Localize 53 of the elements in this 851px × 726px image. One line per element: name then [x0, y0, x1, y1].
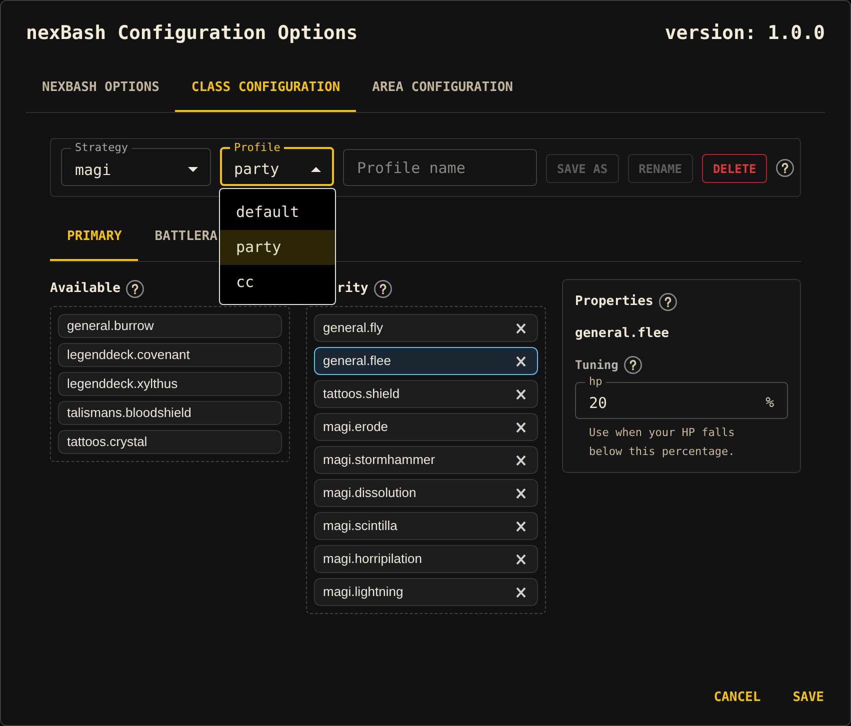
list-item[interactable]: tattoos.shield — [314, 380, 538, 408]
close-icon[interactable] — [516, 488, 526, 498]
help-icon[interactable] — [126, 280, 144, 298]
list-item[interactable]: general.flee — [314, 347, 538, 375]
hp-field[interactable]: hp 20 % — [575, 376, 788, 419]
list-item[interactable]: magi.erode — [314, 413, 538, 441]
tab[interactable]: NEXBASH OPTIONS — [26, 66, 176, 112]
caret-up-icon — [311, 166, 321, 172]
close-icon[interactable] — [516, 356, 526, 366]
help-icon[interactable] — [624, 356, 642, 374]
help-icon[interactable] — [659, 293, 678, 311]
profile-name-field[interactable]: Profile name — [343, 149, 537, 186]
footer-button[interactable]: SAVE — [784, 680, 832, 716]
close-icon[interactable] — [516, 422, 526, 432]
panel-title: Properties — [575, 293, 654, 311]
list-item[interactable]: tattoos.crystal — [58, 430, 282, 454]
menu-item[interactable]: party — [220, 230, 335, 265]
column-heading: rity — [337, 280, 368, 298]
tab[interactable]: AREA CONFIGURATION — [356, 66, 530, 112]
close-icon[interactable] — [516, 554, 526, 564]
footer-button[interactable]: CANCEL — [706, 680, 769, 716]
profile-select[interactable]: Profile party — [220, 142, 334, 186]
help-icon[interactable] — [374, 280, 392, 298]
tab[interactable]: PRIMARY — [50, 215, 138, 261]
caret-down-icon — [188, 167, 198, 172]
list-item[interactable]: magi.horripilation — [314, 545, 538, 573]
list-item[interactable]: magi.stormhammer — [314, 446, 538, 474]
version-label: version: 1.0.0 — [664, 21, 825, 45]
list-item[interactable]: general.fly — [314, 314, 538, 342]
helper-text: Use when your HP falls below this percentage. — [589, 425, 736, 460]
help-icon[interactable] — [776, 159, 794, 177]
close-icon[interactable] — [516, 388, 526, 400]
list-item[interactable]: general.burrow — [58, 314, 282, 338]
list-item[interactable]: talismans.bloodshield — [58, 401, 282, 425]
strategy-select[interactable]: Strategy magi — [61, 142, 211, 186]
close-icon[interactable] — [516, 586, 526, 598]
list-item[interactable]: magi.dissolution — [314, 479, 538, 507]
delete-button[interactable]: DELETE — [702, 154, 768, 183]
tab[interactable]: BATTLERA — [138, 215, 218, 261]
column-heading: Available — [50, 280, 120, 298]
close-icon[interactable] — [516, 454, 526, 466]
close-icon[interactable] — [516, 520, 526, 532]
window-title: nexBash Configuration Options — [26, 21, 358, 45]
skill-name: general.flee — [575, 325, 670, 343]
menu-item[interactable]: default — [220, 195, 335, 230]
list-item[interactable]: legenddeck.xylthus — [58, 372, 282, 396]
tab[interactable]: CLASS CONFIGURATION — [175, 66, 356, 112]
list-item[interactable]: legenddeck.covenant — [58, 343, 282, 367]
section-label: Tuning — [575, 357, 618, 374]
close-icon[interactable] — [516, 322, 526, 334]
menu-item[interactable]: cc — [220, 265, 335, 300]
list-item[interactable]: magi.scintilla — [314, 512, 538, 540]
list-item[interactable]: magi.lightning — [314, 578, 538, 606]
